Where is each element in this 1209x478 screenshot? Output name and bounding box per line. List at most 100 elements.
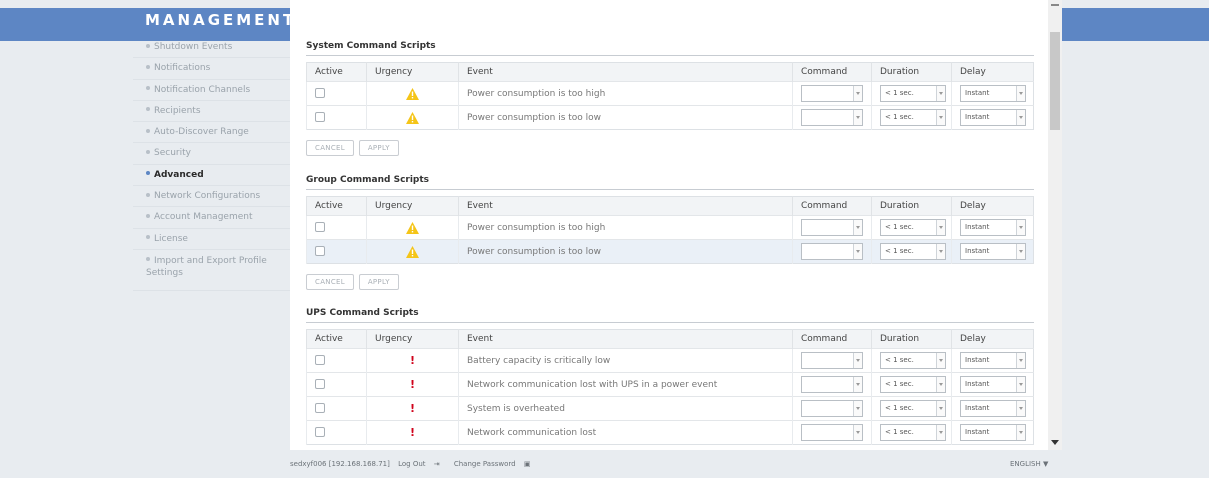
chevron-down-icon — [853, 86, 862, 101]
sidebar-item-shutdown-events[interactable]: Shutdown Events — [133, 37, 290, 59]
active-checkbox[interactable] — [315, 112, 325, 123]
sidebar-item-notifications[interactable]: Notifications — [133, 58, 290, 80]
bullet-icon — [146, 86, 150, 91]
table-row: Power consumption is too high < 1 sec. I… — [306, 215, 1034, 240]
bullet-icon — [146, 149, 150, 154]
duration-select[interactable]: < 1 sec. — [880, 85, 946, 102]
cancel-button[interactable]: CANCEL — [306, 274, 354, 290]
delay-select[interactable]: Instant — [960, 376, 1026, 393]
col-active: Active — [306, 62, 367, 82]
chevron-down-icon — [936, 401, 945, 416]
chevron-down-icon — [1016, 110, 1025, 125]
col-command: Command — [792, 196, 872, 216]
duration-select[interactable]: < 1 sec. — [880, 376, 946, 393]
event-label: System is overheated — [458, 396, 793, 421]
command-select[interactable] — [801, 219, 863, 236]
duration-select[interactable]: < 1 sec. — [880, 243, 946, 260]
command-select[interactable] — [801, 109, 863, 126]
duration-value: < 1 sec. — [885, 428, 914, 436]
bullet-icon — [146, 107, 150, 112]
sidebar-item-notification-channels[interactable]: Notification Channels — [133, 80, 290, 101]
active-checkbox[interactable] — [315, 379, 325, 390]
main-panel: System Command Scripts Active Urgency Ev… — [290, 0, 1048, 450]
warning-icon — [406, 245, 419, 258]
group-scripts-section: Group Command Scripts Active Urgency Eve… — [306, 175, 1034, 290]
event-label: Network communication lost with UPS in a… — [458, 372, 793, 397]
event-label: Power consumption is too low — [458, 239, 793, 264]
bullet-icon — [146, 192, 150, 197]
section-title: System Command Scripts — [306, 41, 1034, 56]
delay-select[interactable]: Instant — [960, 219, 1026, 236]
bullet-icon — [146, 235, 150, 240]
duration-select[interactable]: < 1 sec. — [880, 109, 946, 126]
duration-value: < 1 sec. — [885, 113, 914, 121]
sidebar-item-wrap: Import and Export Profile Settings — [133, 255, 290, 279]
sidebar-item-license[interactable]: License — [133, 229, 290, 250]
table-row: ! System is overheated < 1 sec. Instant — [306, 396, 1034, 421]
chevron-down-icon — [936, 353, 945, 368]
duration-select[interactable]: < 1 sec. — [880, 352, 946, 369]
duration-value: < 1 sec. — [885, 223, 914, 231]
sidebar-item-import-export-profile[interactable]: Import and Export Profile Settings — [133, 250, 290, 291]
change-password-label: Change Password — [453, 460, 516, 468]
logout-link[interactable]: Log Out ⇥ — [398, 460, 446, 468]
cancel-button[interactable]: CANCEL — [306, 140, 354, 156]
active-checkbox[interactable] — [315, 355, 325, 366]
sidebar-item-advanced[interactable]: Advanced — [133, 165, 290, 187]
chevron-down-icon — [853, 401, 862, 416]
active-checkbox[interactable] — [315, 246, 325, 257]
delay-select[interactable]: Instant — [960, 85, 1026, 102]
language-selector[interactable]: ENGLISH ▼ — [1010, 460, 1048, 468]
lock-icon: ▣ — [523, 460, 531, 468]
sidebar-item-recipients[interactable]: Recipients — [133, 101, 290, 123]
command-select[interactable] — [801, 85, 863, 102]
command-select[interactable] — [801, 243, 863, 260]
sidebar-item-network-configurations[interactable]: Network Configurations — [133, 186, 290, 208]
table-header-row: Active Urgency Event Command Duration De… — [306, 196, 1034, 216]
scroll-up-icon[interactable] — [1051, 4, 1059, 6]
sidebar-item-label: Network Configurations — [154, 191, 261, 202]
col-active: Active — [306, 329, 367, 349]
delay-select[interactable]: Instant — [960, 109, 1026, 126]
event-label: Power consumption is too high — [458, 215, 793, 240]
delay-select[interactable]: Instant — [960, 352, 1026, 369]
delay-select[interactable]: Instant — [960, 400, 1026, 417]
chevron-down-icon — [1016, 401, 1025, 416]
active-checkbox[interactable] — [315, 427, 325, 438]
sidebar-item-auto-discover-range[interactable]: Auto-Discover Range — [133, 122, 290, 144]
chevron-down-icon — [853, 353, 862, 368]
active-checkbox[interactable] — [315, 222, 325, 233]
user-info: sedxyf006 [192.168.168.71] — [290, 460, 390, 468]
scrollbar-thumb[interactable] — [1050, 32, 1060, 130]
command-select[interactable] — [801, 376, 863, 393]
scroll-down-icon[interactable] — [1051, 440, 1059, 445]
apply-button[interactable]: APPLY — [358, 274, 399, 290]
sidebar-item-security[interactable]: Security — [133, 143, 290, 165]
event-label: Network communication lost — [458, 420, 793, 445]
chevron-down-icon — [936, 86, 945, 101]
sidebar-item-account-management[interactable]: Account Management — [133, 207, 290, 229]
delay-select[interactable]: Instant — [960, 243, 1026, 260]
col-delay: Delay — [951, 196, 1034, 216]
duration-select[interactable]: < 1 sec. — [880, 424, 946, 441]
table-row: ! Network communication lost with UPS in… — [306, 372, 1034, 397]
apply-button[interactable]: APPLY — [358, 140, 399, 156]
chevron-down-icon — [853, 244, 862, 259]
change-password-link[interactable]: Change Password ▣ — [454, 460, 537, 468]
command-select[interactable] — [801, 352, 863, 369]
system-scripts-table: Active Urgency Event Command Duration De… — [306, 62, 1034, 130]
system-scripts-section: System Command Scripts Active Urgency Ev… — [306, 41, 1034, 156]
critical-icon: ! — [409, 402, 416, 415]
col-delay: Delay — [951, 62, 1034, 82]
chevron-down-icon — [1016, 244, 1025, 259]
warning-icon — [406, 111, 419, 124]
vertical-scrollbar[interactable] — [1048, 0, 1062, 450]
command-select[interactable] — [801, 400, 863, 417]
active-checkbox[interactable] — [315, 88, 325, 99]
duration-select[interactable]: < 1 sec. — [880, 219, 946, 236]
delay-value: Instant — [965, 428, 990, 436]
command-select[interactable] — [801, 424, 863, 441]
duration-select[interactable]: < 1 sec. — [880, 400, 946, 417]
delay-select[interactable]: Instant — [960, 424, 1026, 441]
active-checkbox[interactable] — [315, 403, 325, 414]
